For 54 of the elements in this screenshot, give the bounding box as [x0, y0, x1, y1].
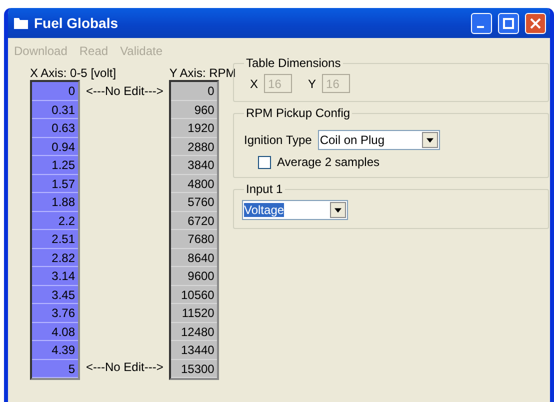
table-cell[interactable]: 5 [32, 360, 78, 378]
table-cell[interactable]: 2.51 [32, 230, 78, 248]
folder-icon [14, 17, 28, 29]
table-cell[interactable]: 3.14 [32, 267, 78, 286]
table-cell[interactable]: 0.63 [32, 119, 78, 138]
table-cell: 13440 [171, 341, 218, 360]
field-label: Ignition Type [244, 133, 312, 147]
table-cell: 2880 [171, 138, 218, 156]
table-cell[interactable]: 2.2 [32, 212, 78, 230]
group-title: Input 1 [245, 182, 284, 196]
table-cell: 6720 [171, 212, 218, 230]
close-icon [530, 18, 541, 28]
ignition-type-dropdown[interactable]: Coil on Plug [318, 130, 440, 150]
table-cell[interactable]: 0.94 [32, 138, 78, 156]
table-cell: 7680 [171, 230, 218, 248]
x-axis-label: X Axis: 0-5 [volt] [29, 66, 118, 80]
window-title: Fuel Globals [34, 15, 120, 31]
table-cell: 12480 [171, 322, 218, 341]
table-cell[interactable]: 1.57 [32, 174, 78, 193]
table-cell: 960 [171, 100, 218, 119]
table-cell: 15300 [171, 360, 218, 378]
no-edit-label: <---No Edit---> [86, 360, 164, 374]
group-title: Table Dimensions [245, 56, 342, 70]
close-button[interactable] [525, 12, 546, 34]
field-label: X [250, 76, 258, 90]
minimize-icon [476, 26, 484, 28]
checkbox[interactable] [258, 156, 271, 168]
table-cell[interactable]: 3.45 [32, 286, 78, 304]
input-dropdown[interactable]: Voltage [242, 200, 348, 220]
table-cell[interactable]: 0 [32, 82, 78, 100]
table-cell[interactable]: 4.39 [32, 341, 78, 360]
group-title: RPM Pickup Config [245, 106, 352, 120]
y-axis-label: Y Axis: RPM [169, 66, 236, 80]
maximize-icon [503, 18, 514, 28]
table-cell[interactable]: 1.25 [32, 156, 78, 174]
table-cell: 1920 [171, 119, 218, 138]
checkbox-label: Average 2 samples [277, 155, 380, 169]
table-cell[interactable]: 1.88 [32, 193, 78, 212]
field-label: Y [308, 76, 316, 90]
table-cell[interactable]: 2.82 [32, 248, 78, 267]
table-cell: 11520 [171, 304, 218, 322]
table-cell: 9600 [171, 267, 218, 286]
table-cell: 8640 [171, 248, 218, 267]
table-cell: 0 [171, 82, 218, 100]
table-cell[interactable]: 4.08 [32, 322, 78, 341]
table-cell: 10560 [171, 286, 218, 304]
table-cell: 5760 [171, 193, 218, 212]
table-cell: 3840 [171, 156, 218, 174]
no-edit-label: <---No Edit---> [86, 84, 164, 98]
table-cell[interactable]: 0.31 [32, 100, 78, 119]
table-cell[interactable]: 3.76 [32, 304, 78, 322]
maximize-button[interactable] [498, 12, 519, 34]
table-cell: 4800 [171, 174, 218, 193]
minimize-button[interactable] [471, 12, 492, 34]
